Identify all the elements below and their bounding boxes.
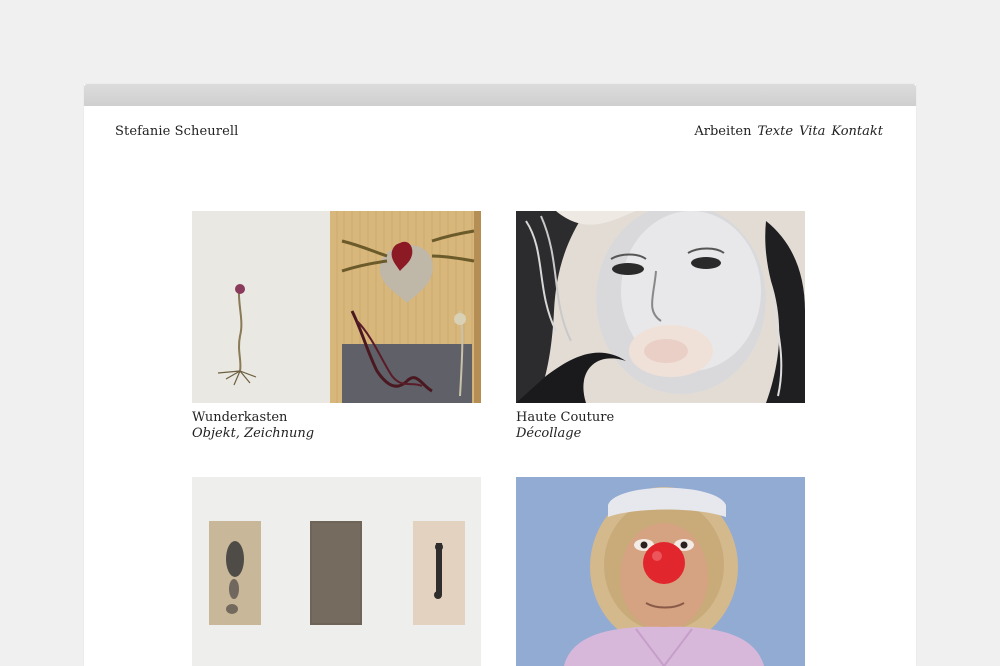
nav-item-vita[interactable]: Vita — [799, 124, 825, 139]
work-title[interactable]: Wunderkasten — [192, 410, 481, 426]
browser-window: Stefanie Scheurell Arbeiten Texte Vita K… — [84, 84, 916, 666]
work-image-wunderkasten[interactable] — [192, 211, 481, 403]
wunderkasten-artwork — [192, 211, 481, 403]
nav-item-kontakt[interactable]: Kontakt — [831, 124, 883, 139]
work-image-4[interactable] — [516, 477, 805, 666]
work-image-haute-couture[interactable] — [516, 211, 805, 403]
nav-item-arbeiten[interactable]: Arbeiten — [694, 124, 751, 139]
work-card-3[interactable] — [192, 477, 481, 666]
work-image-3[interactable] — [192, 477, 481, 666]
nav-item-texte[interactable]: Texte — [757, 124, 793, 139]
main-nav: Arbeiten Texte Vita Kontakt — [694, 124, 883, 139]
clown-portrait-artwork — [516, 477, 805, 666]
work-card-haute-couture[interactable]: Haute Couture Décollage — [516, 211, 805, 442]
haute-couture-artwork — [516, 211, 805, 403]
work-subtitle: Objekt, Zeichnung — [192, 426, 315, 441]
site-title[interactable]: Stefanie Scheurell — [115, 124, 238, 139]
panels-artwork — [192, 477, 481, 666]
work-title[interactable]: Haute Couture — [516, 410, 805, 426]
work-subtitle: Décollage — [516, 426, 582, 441]
window-titlebar — [84, 84, 916, 106]
work-card-wunderkasten[interactable]: Wunderkasten Objekt, Zeichnung — [192, 211, 481, 442]
work-card-4[interactable] — [516, 477, 805, 666]
